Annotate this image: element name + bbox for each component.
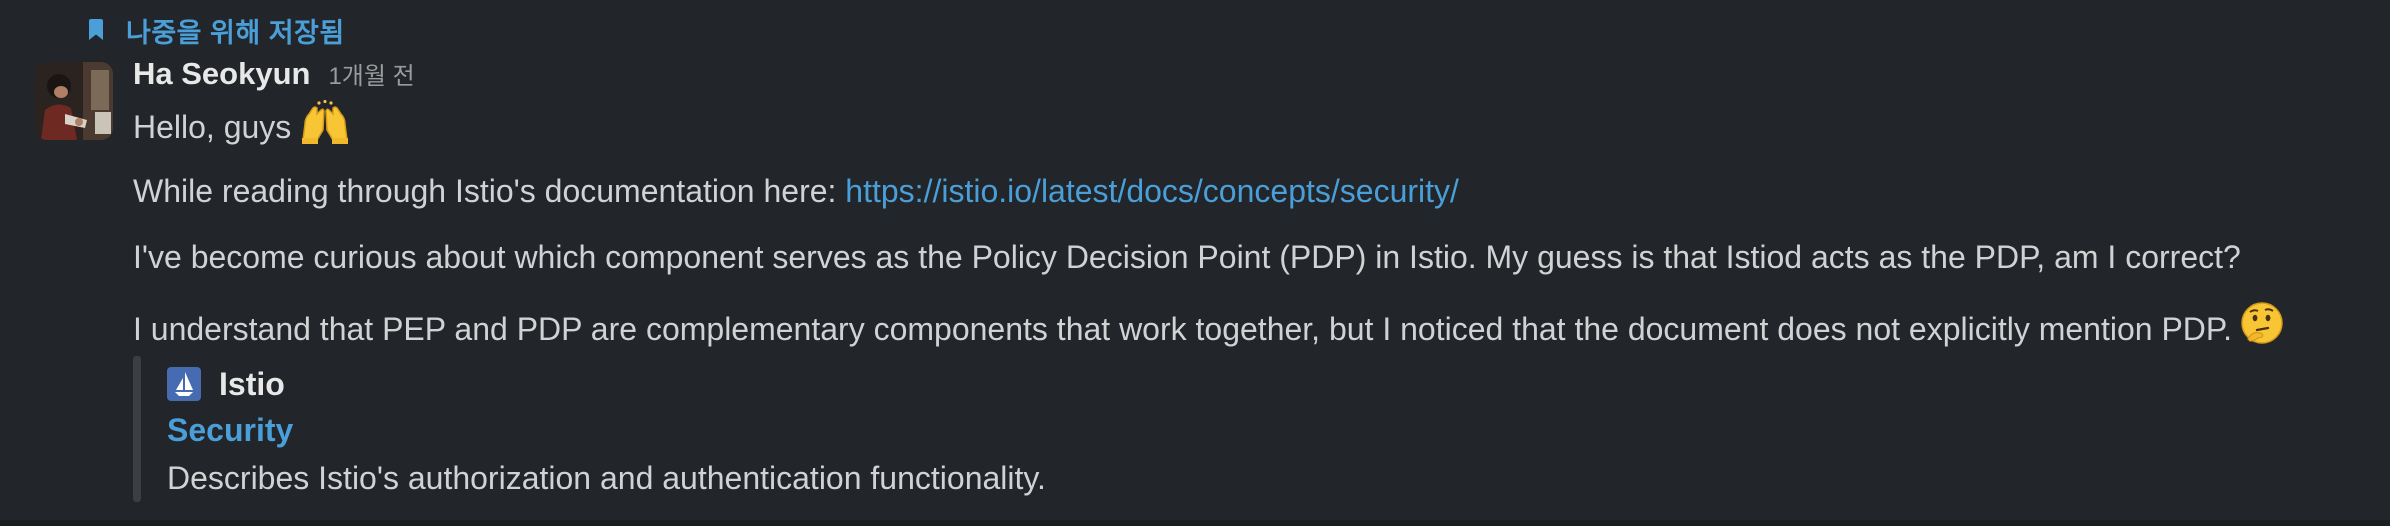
saved-for-later-banner: 나중을 위해 저장됨 <box>88 10 345 50</box>
link-preview-description: Describes Istio's authorization and auth… <box>167 460 1046 496</box>
reading-text: While reading through Istio's documentat… <box>133 173 846 209</box>
link-preview-title[interactable]: Security <box>167 412 293 449</box>
link-preview-bar <box>133 356 141 502</box>
message-line-greeting: Hello, guys <box>133 99 2370 150</box>
istio-security-link[interactable]: https://istio.io/latest/docs/concepts/se… <box>845 173 1459 209</box>
greeting-text: Hello, guys <box>133 109 292 145</box>
understand-text: I understand that PEP and PDP are comple… <box>133 310 2233 347</box>
bottom-divider <box>0 520 2390 526</box>
message-header: Ha Seokyun 1개월 전 <box>133 56 2370 102</box>
message-line-reading: While reading through Istio's documentat… <box>133 169 2370 213</box>
link-preview-site-name: Istio <box>219 365 285 402</box>
message: Ha Seokyun 1개월 전 Hello, guys While readi… <box>133 56 2370 356</box>
thinking-face-icon <box>2240 301 2284 356</box>
sender-name[interactable]: Ha Seokyun <box>133 56 310 92</box>
message-line-question: I've become curious about which componen… <box>133 235 2370 279</box>
avatar[interactable] <box>35 62 113 140</box>
link-preview-card[interactable]: Istio Security Describes Istio's authori… <box>133 356 1333 502</box>
istio-logo-icon <box>167 367 201 401</box>
raising-hands-icon <box>299 99 351 155</box>
message-timestamp[interactable]: 1개월 전 <box>328 56 414 91</box>
question-text: I've become curious about which componen… <box>133 239 2241 275</box>
message-line-understand: I understand that PEP and PDP are comple… <box>133 301 2370 356</box>
bookmark-icon <box>88 19 104 41</box>
link-preview-site: Istio <box>167 362 285 406</box>
saved-for-later-label: 나중을 위해 저장됨 <box>126 17 345 48</box>
